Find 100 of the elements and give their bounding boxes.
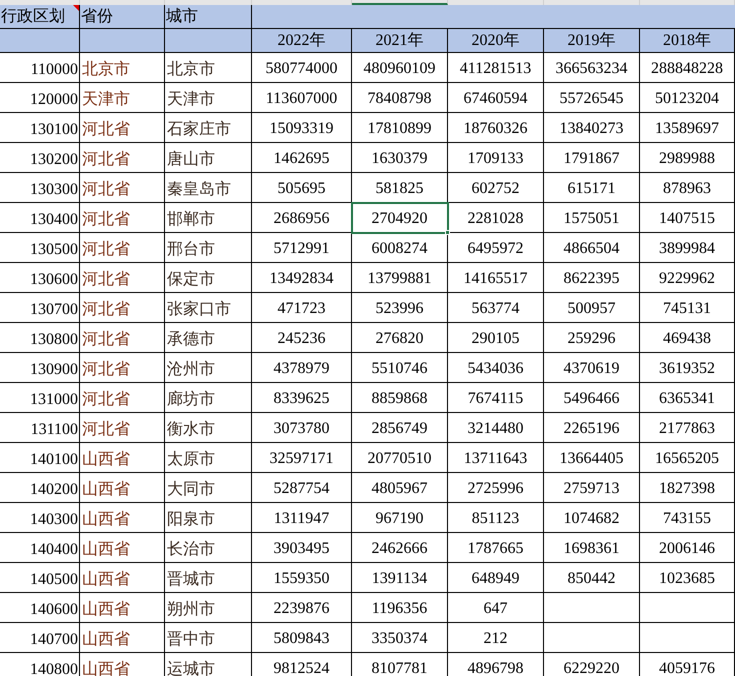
header-cell: 城市 [165, 5, 252, 29]
province-cell: 山西省 [80, 623, 165, 653]
value-cell: 648949 [448, 563, 544, 593]
value-cell: 13589697 [640, 113, 735, 143]
value-cell: 366563234 [544, 53, 640, 83]
value-cell: 2177863 [640, 413, 735, 443]
value-cell: 6229220 [544, 653, 640, 676]
value-cell: 113607000 [252, 83, 352, 113]
value-cell: 6365341 [640, 383, 735, 413]
code-cell: 140700 [0, 623, 80, 653]
city-cell: 衡水市 [165, 413, 252, 443]
value-cell: 2704920 [352, 203, 448, 233]
value-cell: 602752 [448, 173, 544, 203]
value-cell: 850442 [544, 563, 640, 593]
code-cell: 130100 [0, 113, 80, 143]
province-cell: 山西省 [80, 563, 165, 593]
value-cell: 2759713 [544, 473, 640, 503]
value-cell: 4805967 [352, 473, 448, 503]
value-cell: 3903495 [252, 533, 352, 563]
province-cell: 山西省 [80, 443, 165, 473]
province-cell: 河北省 [80, 173, 165, 203]
value-cell: 8859868 [352, 383, 448, 413]
value-cell: 1196356 [352, 593, 448, 623]
header-cell: 行政区划 [0, 5, 80, 29]
value-cell: 20770510 [352, 443, 448, 473]
value-cell: 7674115 [448, 383, 544, 413]
city-cell: 石家庄市 [165, 113, 252, 143]
province-cell: 河北省 [80, 263, 165, 293]
value-cell: 480960109 [352, 53, 448, 83]
value-cell: 471723 [252, 293, 352, 323]
value-cell: 1827398 [640, 473, 735, 503]
value-cell: 3073780 [252, 413, 352, 443]
value-cell: 647 [448, 593, 544, 623]
province-cell: 河北省 [80, 203, 165, 233]
value-cell: 4896798 [448, 653, 544, 676]
value-cell: 1787665 [448, 533, 544, 563]
year-header: 2018年 [640, 29, 735, 53]
value-cell: 13840273 [544, 113, 640, 143]
value-cell: 14165517 [448, 263, 544, 293]
province-cell: 北京市 [80, 53, 165, 83]
value-cell: 276820 [352, 323, 448, 353]
value-cell: 5496466 [544, 383, 640, 413]
code-cell: 131100 [0, 413, 80, 443]
code-cell: 140300 [0, 503, 80, 533]
value-cell: 13799881 [352, 263, 448, 293]
value-cell: 2462666 [352, 533, 448, 563]
value-cell: 1709133 [448, 143, 544, 173]
value-cell: 13711643 [448, 443, 544, 473]
code-cell: 130800 [0, 323, 80, 353]
code-cell: 130200 [0, 143, 80, 173]
value-cell: 4378979 [252, 353, 352, 383]
city-cell: 保定市 [165, 263, 252, 293]
code-cell: 140800 [0, 653, 80, 676]
city-cell: 张家口市 [165, 293, 252, 323]
code-cell: 140100 [0, 443, 80, 473]
value-cell: 6008274 [352, 233, 448, 263]
value-cell: 2725996 [448, 473, 544, 503]
value-cell: 5287754 [252, 473, 352, 503]
value-cell: 288848228 [640, 53, 735, 83]
city-cell: 阳泉市 [165, 503, 252, 533]
value-cell: 1311947 [252, 503, 352, 533]
value-cell: 1074682 [544, 503, 640, 533]
value-cell: 2989988 [640, 143, 735, 173]
city-cell: 唐山市 [165, 143, 252, 173]
value-cell: 13492834 [252, 263, 352, 293]
value-cell: 3899984 [640, 233, 735, 263]
province-cell: 山西省 [80, 653, 165, 676]
value-cell: 1791867 [544, 143, 640, 173]
value-cell: 851123 [448, 503, 544, 533]
province-cell: 山西省 [80, 473, 165, 503]
value-cell: 3619352 [640, 353, 735, 383]
value-cell: 55726545 [544, 83, 640, 113]
value-cell: 9812524 [252, 653, 352, 676]
fill-handle[interactable] [445, 230, 450, 235]
value-cell: 18760326 [448, 113, 544, 143]
value-cell: 3350374 [352, 623, 448, 653]
code-cell: 130400 [0, 203, 80, 233]
province-cell: 河北省 [80, 143, 165, 173]
value-cell: 67460594 [448, 83, 544, 113]
value-cell: 2686956 [252, 203, 352, 233]
province-cell: 河北省 [80, 383, 165, 413]
value-cell: 523996 [352, 293, 448, 323]
value-cell: 50123204 [640, 83, 735, 113]
value-cell: 8107781 [352, 653, 448, 676]
code-cell: 130700 [0, 293, 80, 323]
value-cell: 9229962 [640, 263, 735, 293]
value-cell: 469438 [640, 323, 735, 353]
value-cell: 2006146 [640, 533, 735, 563]
city-cell: 晋中市 [165, 623, 252, 653]
value-cell: 2281028 [448, 203, 544, 233]
code-cell: 130300 [0, 173, 80, 203]
province-cell: 河北省 [80, 113, 165, 143]
value-cell: 500957 [544, 293, 640, 323]
code-cell: 140600 [0, 593, 80, 623]
year-header: 2020年 [448, 29, 544, 53]
value-cell: 290105 [448, 323, 544, 353]
value-cell: 745131 [640, 293, 735, 323]
value-cell: 32597171 [252, 443, 352, 473]
value-cell: 967190 [352, 503, 448, 533]
value-cell: 1698361 [544, 533, 640, 563]
